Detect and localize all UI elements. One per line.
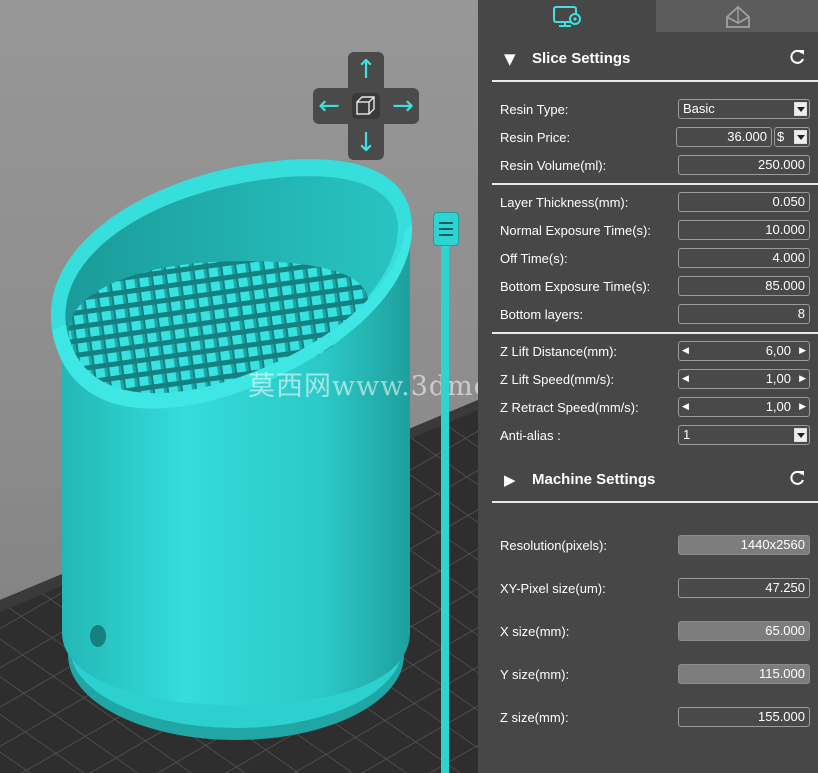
dropdown-arrow-icon[interactable] [794, 428, 807, 442]
view-navigation: ↑ ↓ ← → [313, 52, 419, 160]
model-side-hole [90, 625, 106, 647]
row-bottom-layers: Bottom layers: 8 [492, 304, 818, 326]
tab-printer[interactable] [656, 0, 818, 32]
row-bottom-exposure: Bottom Exposure Time(s): 85.000 [492, 276, 818, 298]
xy-pixel-input[interactable]: 47.250 [678, 578, 810, 598]
dropdown-arrow-icon[interactable] [794, 102, 807, 116]
normal-exposure-input[interactable]: 10.000 [678, 220, 810, 240]
layer-slider-handle[interactable] [433, 212, 459, 246]
row-z-size: Z size(mm): 155.000 [492, 707, 818, 729]
layer-thickness-label: Layer Thickness(mm): [500, 195, 629, 210]
normal-exposure-label: Normal Exposure Time(s): [500, 223, 651, 238]
layer-thickness-input[interactable]: 0.050 [678, 192, 810, 212]
spin-left-icon[interactable]: ◀ [682, 370, 689, 388]
z-lift-distance-spinner[interactable]: ◀ 6,00 ▶ [678, 341, 810, 361]
layer-slider-track[interactable] [441, 212, 449, 773]
z-lift-speed-spinner[interactable]: ◀ 1,00 ▶ [678, 369, 810, 389]
tab-slice[interactable] [478, 0, 656, 32]
section-title: Machine Settings [532, 471, 656, 488]
off-time-input[interactable]: 4.000 [678, 248, 810, 268]
anti-alias-select[interactable]: 1 [678, 425, 810, 445]
section-title: Slice Settings [532, 50, 631, 67]
row-x-size: X size(mm): 65.000 [492, 621, 818, 643]
row-resin-type: Resin Type: Basic [492, 99, 818, 121]
resin-price-input[interactable]: 36.000 [676, 127, 772, 147]
spin-left-icon[interactable]: ◀ [682, 398, 689, 416]
off-time-label: Off Time(s): [500, 251, 568, 266]
row-normal-exposure: Normal Exposure Time(s): 10.000 [492, 220, 818, 242]
divider [492, 80, 818, 82]
row-anti-alias: Anti-alias : 1 [492, 425, 818, 447]
row-y-size: Y size(mm): 115.000 [492, 664, 818, 686]
row-resolution: Resolution(pixels): 1440x2560 [492, 535, 818, 557]
x-size-value: 65.000 [678, 621, 810, 641]
spin-left-icon[interactable]: ◀ [682, 342, 689, 360]
bottom-exposure-input[interactable]: 85.000 [678, 276, 810, 296]
anti-alias-label: Anti-alias : [500, 428, 561, 443]
row-z-lift-distance: Z Lift Distance(mm): ◀ 6,00 ▶ [492, 341, 818, 363]
resolution-label: Resolution(pixels): [500, 538, 607, 553]
slice-settings-header[interactable]: ▼ Slice Settings [492, 40, 818, 76]
currency-value: $ [777, 129, 785, 144]
bottom-layers-label: Bottom layers: [500, 307, 584, 322]
z-lift-distance-label: Z Lift Distance(mm): [500, 344, 618, 359]
collapse-triangle-icon[interactable]: ▼ [504, 50, 516, 68]
row-layer-thickness: Layer Thickness(mm): 0.050 [492, 192, 818, 214]
settings-panel: ▼ Slice Settings Resin Type: Basic Resin… [478, 0, 818, 773]
expand-triangle-icon[interactable]: ▶ [504, 471, 516, 489]
anti-alias-value: 1 [683, 427, 691, 442]
z-lift-speed-value: 1,00 [765, 371, 791, 386]
resin-volume-input[interactable]: 250.000 [678, 155, 810, 175]
arrow-up-icon[interactable]: ↑ [353, 57, 379, 83]
z-size-input[interactable]: 155.000 [678, 707, 810, 727]
divider [492, 332, 818, 334]
arrow-down-icon[interactable]: ↓ [353, 130, 379, 156]
z-lift-speed-label: Z Lift Speed(mm/s): [500, 372, 615, 387]
resolution-value: 1440x2560 [678, 535, 810, 555]
row-xy-pixel: XY-Pixel size(um): 47.250 [492, 578, 818, 600]
resin-type-label: Resin Type: [500, 102, 569, 117]
dropdown-arrow-icon[interactable] [794, 130, 807, 144]
refresh-icon[interactable] [788, 48, 806, 66]
refresh-icon[interactable] [788, 469, 806, 487]
z-retract-speed-label: Z Retract Speed(mm/s): [500, 400, 639, 415]
cube-view-icon[interactable] [351, 92, 381, 120]
resin-type-value: Basic [683, 101, 715, 116]
layer-slider[interactable] [433, 212, 459, 773]
spin-right-icon[interactable]: ▶ [799, 342, 806, 360]
spin-right-icon[interactable]: ▶ [799, 370, 806, 388]
y-size-value: 115.000 [678, 664, 810, 684]
resin-volume-label: Resin Volume(ml): [500, 158, 607, 173]
arrow-left-icon[interactable]: ← [316, 93, 342, 119]
resin-type-select[interactable]: Basic [678, 99, 810, 119]
panel-tabs [478, 0, 818, 32]
row-resin-volume: Resin Volume(ml): 250.000 [492, 155, 818, 177]
z-retract-speed-value: 1,00 [765, 399, 791, 414]
bottom-exposure-label: Bottom Exposure Time(s): [500, 279, 651, 294]
currency-select[interactable]: $ [774, 127, 810, 147]
bottom-layers-input[interactable]: 8 [678, 304, 810, 324]
arrow-right-icon[interactable]: → [390, 93, 416, 119]
xy-pixel-label: XY-Pixel size(um): [500, 581, 606, 596]
z-lift-distance-value: 6,00 [765, 343, 791, 358]
printer-icon [726, 5, 750, 28]
resin-price-label: Resin Price: [500, 130, 571, 145]
divider [492, 501, 818, 503]
z-retract-speed-spinner[interactable]: ◀ 1,00 ▶ [678, 397, 810, 417]
row-resin-price: Resin Price: 36.000 $ [492, 127, 818, 149]
z-size-label: Z size(mm): [500, 710, 569, 725]
x-size-label: X size(mm): [500, 624, 570, 639]
spin-right-icon[interactable]: ▶ [799, 398, 806, 416]
3d-viewport[interactable]: 莫西网www.3dmox.com ↑ ↓ ← → [0, 0, 478, 773]
divider [492, 183, 818, 185]
monitor-gear-icon [553, 6, 581, 27]
y-size-label: Y size(mm): [500, 667, 570, 682]
row-z-retract-speed: Z Retract Speed(mm/s): ◀ 1,00 ▶ [492, 397, 818, 419]
row-off-time: Off Time(s): 4.000 [492, 248, 818, 270]
row-z-lift-speed: Z Lift Speed(mm/s): ◀ 1,00 ▶ [492, 369, 818, 391]
machine-settings-header[interactable]: ▶ Machine Settings [492, 461, 818, 497]
